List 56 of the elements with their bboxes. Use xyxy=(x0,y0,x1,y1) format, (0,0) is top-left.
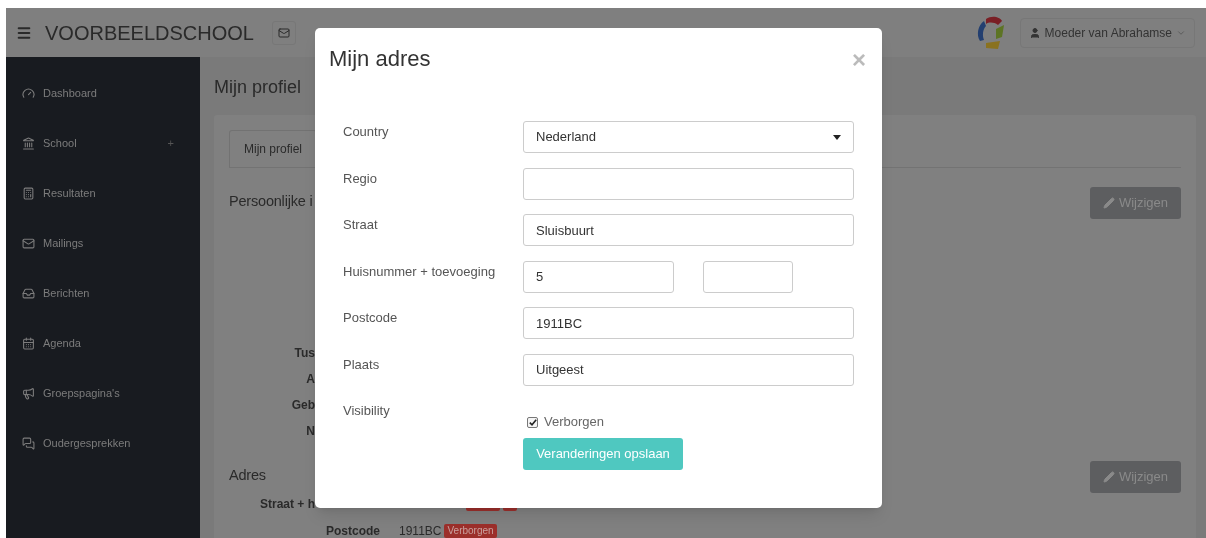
envelope-icon xyxy=(277,26,290,39)
sidebar-item[interactable]: Berichten xyxy=(6,268,200,318)
field-label: Postcode xyxy=(343,309,399,327)
input-field[interactable] xyxy=(703,260,793,293)
field-label: Regio xyxy=(343,169,378,188)
field-label: A xyxy=(305,371,315,388)
brand-title[interactable]: VOORBEELDSCHOOL xyxy=(45,17,254,48)
check-icon xyxy=(528,418,537,426)
country-select[interactable]: Nederland xyxy=(523,121,854,153)
field-label: N xyxy=(305,423,315,440)
sidebar-item[interactable]: Agenda xyxy=(6,318,200,368)
field-label: Plaats xyxy=(343,355,381,374)
user-icon xyxy=(1028,26,1041,39)
hidden-badge: Verborgen xyxy=(444,524,497,538)
section-heading: Adres xyxy=(229,466,266,485)
sidebar-item[interactable]: Mailings xyxy=(6,218,200,268)
pencil-icon xyxy=(1102,471,1115,483)
input-field[interactable] xyxy=(523,167,854,200)
page-title: Mijn profiel xyxy=(214,77,302,97)
field-label: Straat + h xyxy=(258,496,315,513)
calculator-icon xyxy=(22,186,35,200)
calendar-icon xyxy=(22,336,35,350)
field-label: Visibility xyxy=(343,402,391,420)
expand-toggle[interactable]: + xyxy=(167,134,174,152)
megaphone-icon xyxy=(22,386,35,400)
caret-icon xyxy=(833,134,841,140)
mail-button[interactable] xyxy=(271,20,296,45)
field-label: Country xyxy=(343,123,390,141)
section-heading: Persoonlijke i xyxy=(229,192,313,211)
field-label: Straat xyxy=(343,216,379,234)
envelope-icon xyxy=(22,236,35,250)
pencil-icon xyxy=(1102,197,1115,209)
menu-icon[interactable] xyxy=(16,24,32,41)
sidebar-item[interactable]: School + xyxy=(6,118,200,168)
field-label: Geb xyxy=(290,397,315,414)
input-field[interactable]: Sluisbuurt xyxy=(523,214,854,246)
input-field[interactable]: Uitgeest xyxy=(523,353,854,386)
field-label: Postcode xyxy=(325,523,380,538)
checkbox-label: Verborgen xyxy=(544,413,604,432)
input-field[interactable]: 5 xyxy=(523,260,674,293)
sidebar-item[interactable]: Resultaten xyxy=(6,168,200,218)
checkbox[interactable] xyxy=(527,416,538,428)
chat-icon xyxy=(22,436,35,450)
inbox-icon xyxy=(22,286,35,300)
field-label: Huisnummer + toevoeging xyxy=(343,262,497,281)
bank-icon xyxy=(22,136,35,150)
tab[interactable]: Mijn profiel xyxy=(229,130,318,167)
sidebar-item[interactable]: Oudergesprekken xyxy=(6,418,200,468)
gauge-icon xyxy=(22,86,35,100)
input-field[interactable]: 1911BC xyxy=(523,307,854,339)
dialog-title: Mijn adres xyxy=(329,45,431,73)
field-value: 1911BC xyxy=(399,523,442,538)
field-label: Tus xyxy=(293,345,315,362)
user-menu-button[interactable]: Moeder van Abrahamse xyxy=(1019,17,1195,48)
sidebar-item[interactable]: Groepspagina's xyxy=(6,368,200,418)
sidebar-item[interactable]: Dashboard xyxy=(6,68,200,118)
